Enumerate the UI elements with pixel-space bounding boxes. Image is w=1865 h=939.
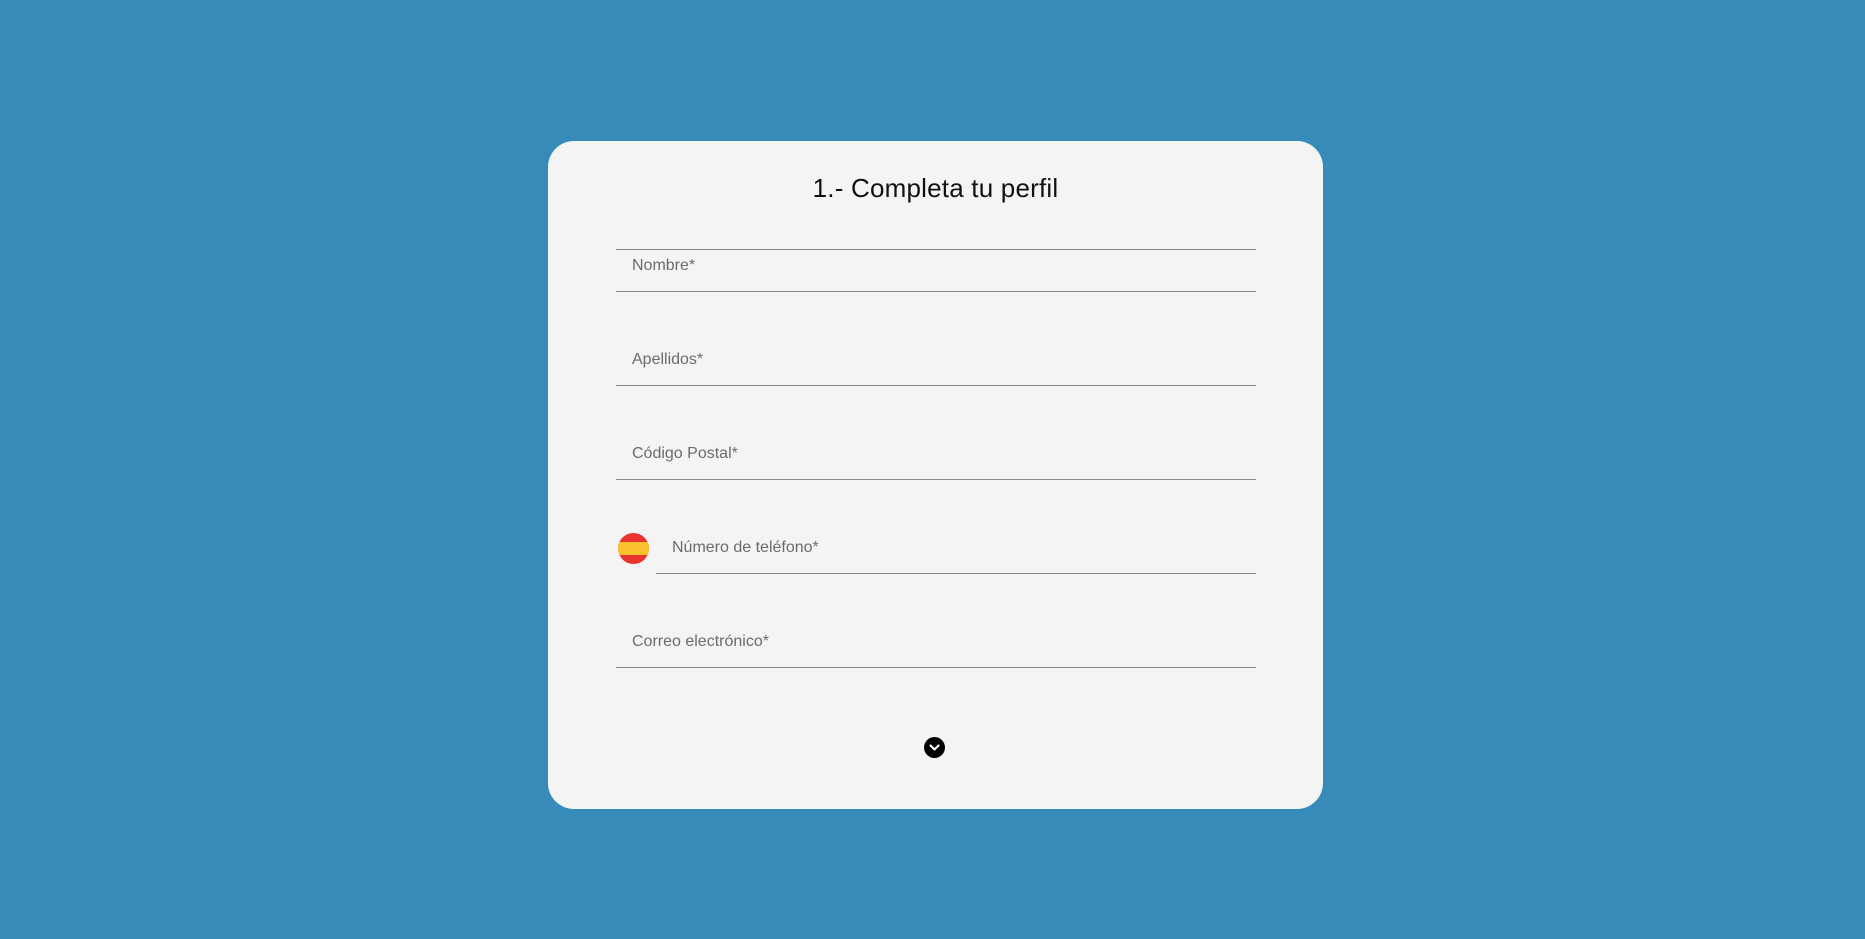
telefono-input[interactable] [656,523,1256,573]
scroll-down-button[interactable] [924,737,945,758]
apellidos-field-container [616,335,1256,386]
correo-input[interactable] [616,617,1256,667]
telefono-field-container [656,523,1256,574]
correo-field-container [616,617,1256,668]
codigo-postal-field-container [616,429,1256,480]
nombre-input[interactable] [616,241,1256,291]
chevron-down-icon [929,744,940,751]
profile-form [548,141,1323,809]
codigo-postal-input[interactable] [616,429,1256,479]
apellidos-input[interactable] [616,335,1256,385]
spain-flag-icon[interactable] [618,533,649,564]
nombre-field-container [616,241,1256,292]
